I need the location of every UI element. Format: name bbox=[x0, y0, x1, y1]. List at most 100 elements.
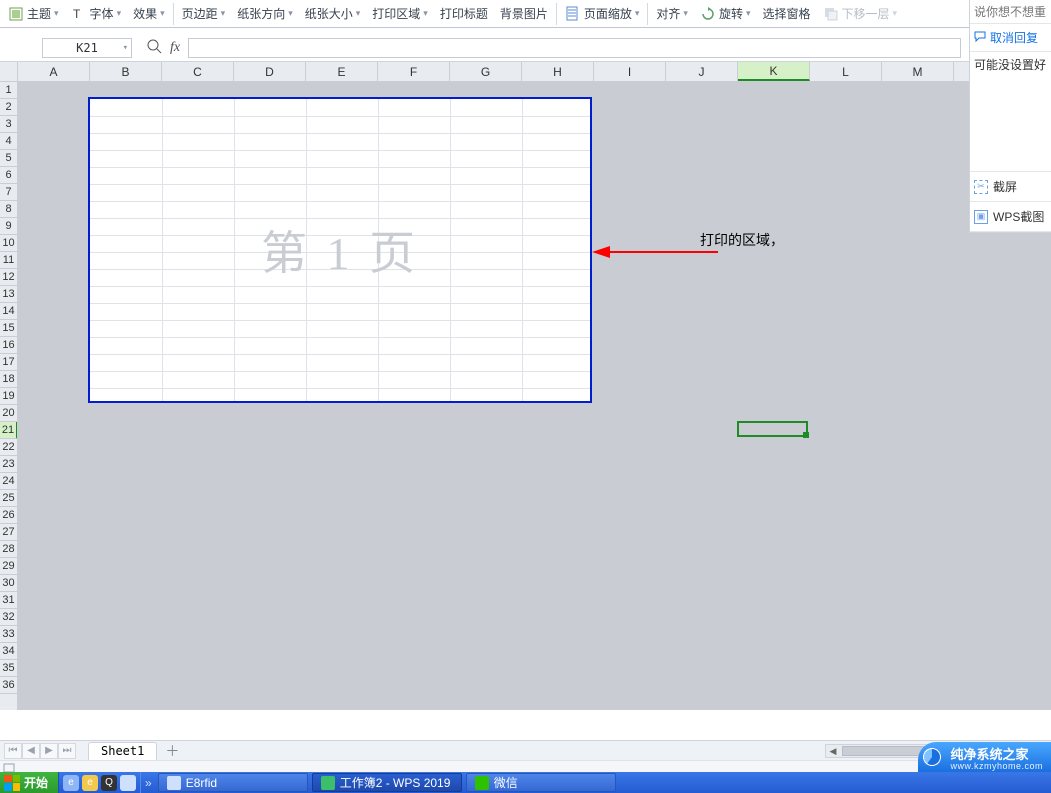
windows-flag-icon bbox=[4, 775, 20, 791]
row-header[interactable]: 31 bbox=[0, 592, 17, 609]
row-header[interactable]: 11 bbox=[0, 252, 17, 269]
row-header[interactable]: 8 bbox=[0, 201, 17, 218]
row-header[interactable]: 18 bbox=[0, 371, 17, 388]
orientation-dropdown[interactable]: 纸张方向▾ bbox=[231, 2, 299, 26]
quick-launch-expand[interactable]: » bbox=[141, 776, 156, 790]
screenshot-button[interactable]: ✂ 截屏 bbox=[970, 172, 1051, 202]
row-header[interactable]: 21 bbox=[0, 422, 18, 439]
column-header[interactable]: J bbox=[666, 62, 738, 81]
row-header[interactable]: 9 bbox=[0, 218, 17, 235]
app-icon[interactable] bbox=[120, 775, 136, 791]
active-cell-outline[interactable] bbox=[737, 421, 808, 437]
quick-launch: e e Q bbox=[59, 772, 141, 793]
start-button[interactable]: 开始 bbox=[0, 772, 59, 793]
side-panel-body: 可能没设置好 bbox=[970, 52, 1051, 172]
tab-nav-next[interactable]: ▶ bbox=[40, 743, 58, 759]
row-header[interactable]: 12 bbox=[0, 269, 17, 286]
row-header[interactable]: 17 bbox=[0, 354, 17, 371]
font-dropdown[interactable]: T 字体▾ bbox=[65, 2, 128, 26]
fill-handle[interactable] bbox=[803, 432, 809, 438]
tab-nav-first[interactable]: ⏮ bbox=[4, 743, 22, 759]
fx-button[interactable]: fx bbox=[170, 40, 180, 56]
background-button[interactable]: 背景图片 bbox=[494, 2, 554, 26]
row-header[interactable]: 16 bbox=[0, 337, 17, 354]
row-header[interactable]: 29 bbox=[0, 558, 17, 575]
rotate-dropdown[interactable]: 旋转▾ bbox=[694, 2, 757, 26]
formula-input[interactable] bbox=[188, 38, 961, 58]
name-box[interactable]: K21 ▾ bbox=[42, 38, 132, 58]
row-header[interactable]: 34 bbox=[0, 643, 17, 660]
paper-size-dropdown[interactable]: 纸张大小▾ bbox=[299, 2, 367, 26]
add-sheet-button[interactable]: ＋ bbox=[163, 741, 181, 761]
row-header[interactable]: 28 bbox=[0, 541, 17, 558]
row-header[interactable]: 1 bbox=[0, 82, 17, 99]
align-dropdown[interactable]: 对齐▾ bbox=[650, 2, 694, 26]
print-titles-button[interactable]: 打印标题 bbox=[434, 2, 494, 26]
row-header[interactable]: 35 bbox=[0, 660, 17, 677]
windows-taskbar: 开始 e e Q » E8rfid 工作簿2 - WPS 2019 微信 bbox=[0, 772, 1051, 793]
row-header[interactable]: 7 bbox=[0, 184, 17, 201]
select-all-corner[interactable] bbox=[0, 62, 18, 82]
column-header[interactable]: M bbox=[882, 62, 954, 81]
tab-nav-prev[interactable]: ◀ bbox=[22, 743, 40, 759]
effect-dropdown[interactable]: 效果▾ bbox=[127, 2, 171, 26]
column-header[interactable]: K bbox=[738, 62, 810, 81]
row-header[interactable]: 13 bbox=[0, 286, 17, 303]
send-backward-dropdown[interactable]: 下移一层▾ bbox=[817, 2, 904, 26]
column-header[interactable]: D bbox=[234, 62, 306, 81]
row-header[interactable]: 26 bbox=[0, 507, 17, 524]
explorer-icon[interactable]: e bbox=[82, 775, 98, 791]
row-header[interactable]: 24 bbox=[0, 473, 17, 490]
scroll-left-button[interactable]: ◀ bbox=[826, 745, 840, 757]
column-header[interactable]: F bbox=[378, 62, 450, 81]
tab-nav-last[interactable]: ⏭ bbox=[58, 743, 76, 759]
column-header[interactable]: B bbox=[90, 62, 162, 81]
grid-background[interactable]: 第 1 页 打印的区域， bbox=[18, 82, 1051, 710]
row-header[interactable]: 23 bbox=[0, 456, 17, 473]
qq-icon[interactable]: Q bbox=[101, 775, 117, 791]
row-header[interactable]: 36 bbox=[0, 677, 17, 694]
row-header[interactable]: 5 bbox=[0, 150, 17, 167]
theme-dropdown[interactable]: 主题▾ bbox=[2, 2, 65, 26]
row-header[interactable]: 22 bbox=[0, 439, 17, 456]
column-header[interactable]: E bbox=[306, 62, 378, 81]
zoom-lens-icon[interactable] bbox=[146, 38, 162, 57]
row-header[interactable]: 6 bbox=[0, 167, 17, 184]
row-header[interactable]: 10 bbox=[0, 235, 17, 252]
row-header[interactable]: 30 bbox=[0, 575, 17, 592]
selection-pane-button[interactable]: 选择窗格 bbox=[757, 2, 817, 26]
sheet-tab-active[interactable]: Sheet1 bbox=[88, 742, 157, 760]
send-backward-icon bbox=[823, 6, 839, 22]
row-header[interactable]: 14 bbox=[0, 303, 17, 320]
row-header[interactable]: 27 bbox=[0, 524, 17, 541]
column-header[interactable]: L bbox=[810, 62, 882, 81]
orientation-label: 纸张方向 bbox=[237, 5, 285, 22]
row-header[interactable]: 2 bbox=[0, 99, 17, 116]
row-header[interactable]: 33 bbox=[0, 626, 17, 643]
column-header[interactable]: H bbox=[522, 62, 594, 81]
scale-dropdown[interactable]: 页面缩放▾ bbox=[559, 2, 646, 26]
column-header[interactable]: I bbox=[594, 62, 666, 81]
ie-icon[interactable]: e bbox=[63, 775, 79, 791]
column-header[interactable]: C bbox=[162, 62, 234, 81]
row-header[interactable]: 3 bbox=[0, 116, 17, 133]
wps-screenshot-button[interactable]: ▣ WPS截图 bbox=[970, 202, 1051, 232]
row-header[interactable]: 19 bbox=[0, 388, 17, 405]
row-header[interactable]: 25 bbox=[0, 490, 17, 507]
task-button-wechat[interactable]: 微信 bbox=[466, 773, 616, 792]
row-header[interactable]: 32 bbox=[0, 609, 17, 626]
row-header[interactable]: 15 bbox=[0, 320, 17, 337]
column-header[interactable]: G bbox=[450, 62, 522, 81]
clipboard-icon[interactable] bbox=[3, 762, 19, 772]
svg-text:T: T bbox=[73, 7, 81, 21]
task-button-e8rfid[interactable]: E8rfid bbox=[158, 773, 308, 792]
column-header[interactable]: A bbox=[18, 62, 90, 81]
task-button-wps[interactable]: 工作簿2 - WPS 2019 bbox=[312, 773, 462, 792]
margins-dropdown[interactable]: 页边距▾ bbox=[176, 2, 232, 26]
row-header[interactable]: 4 bbox=[0, 133, 17, 150]
row-header[interactable]: 20 bbox=[0, 405, 17, 422]
align-label: 对齐 bbox=[656, 5, 680, 22]
cancel-reply-link[interactable]: 取消回复 bbox=[970, 24, 1051, 52]
print-area-dropdown[interactable]: 打印区域▾ bbox=[366, 2, 434, 26]
pane-label: 选择窗格 bbox=[763, 5, 811, 22]
